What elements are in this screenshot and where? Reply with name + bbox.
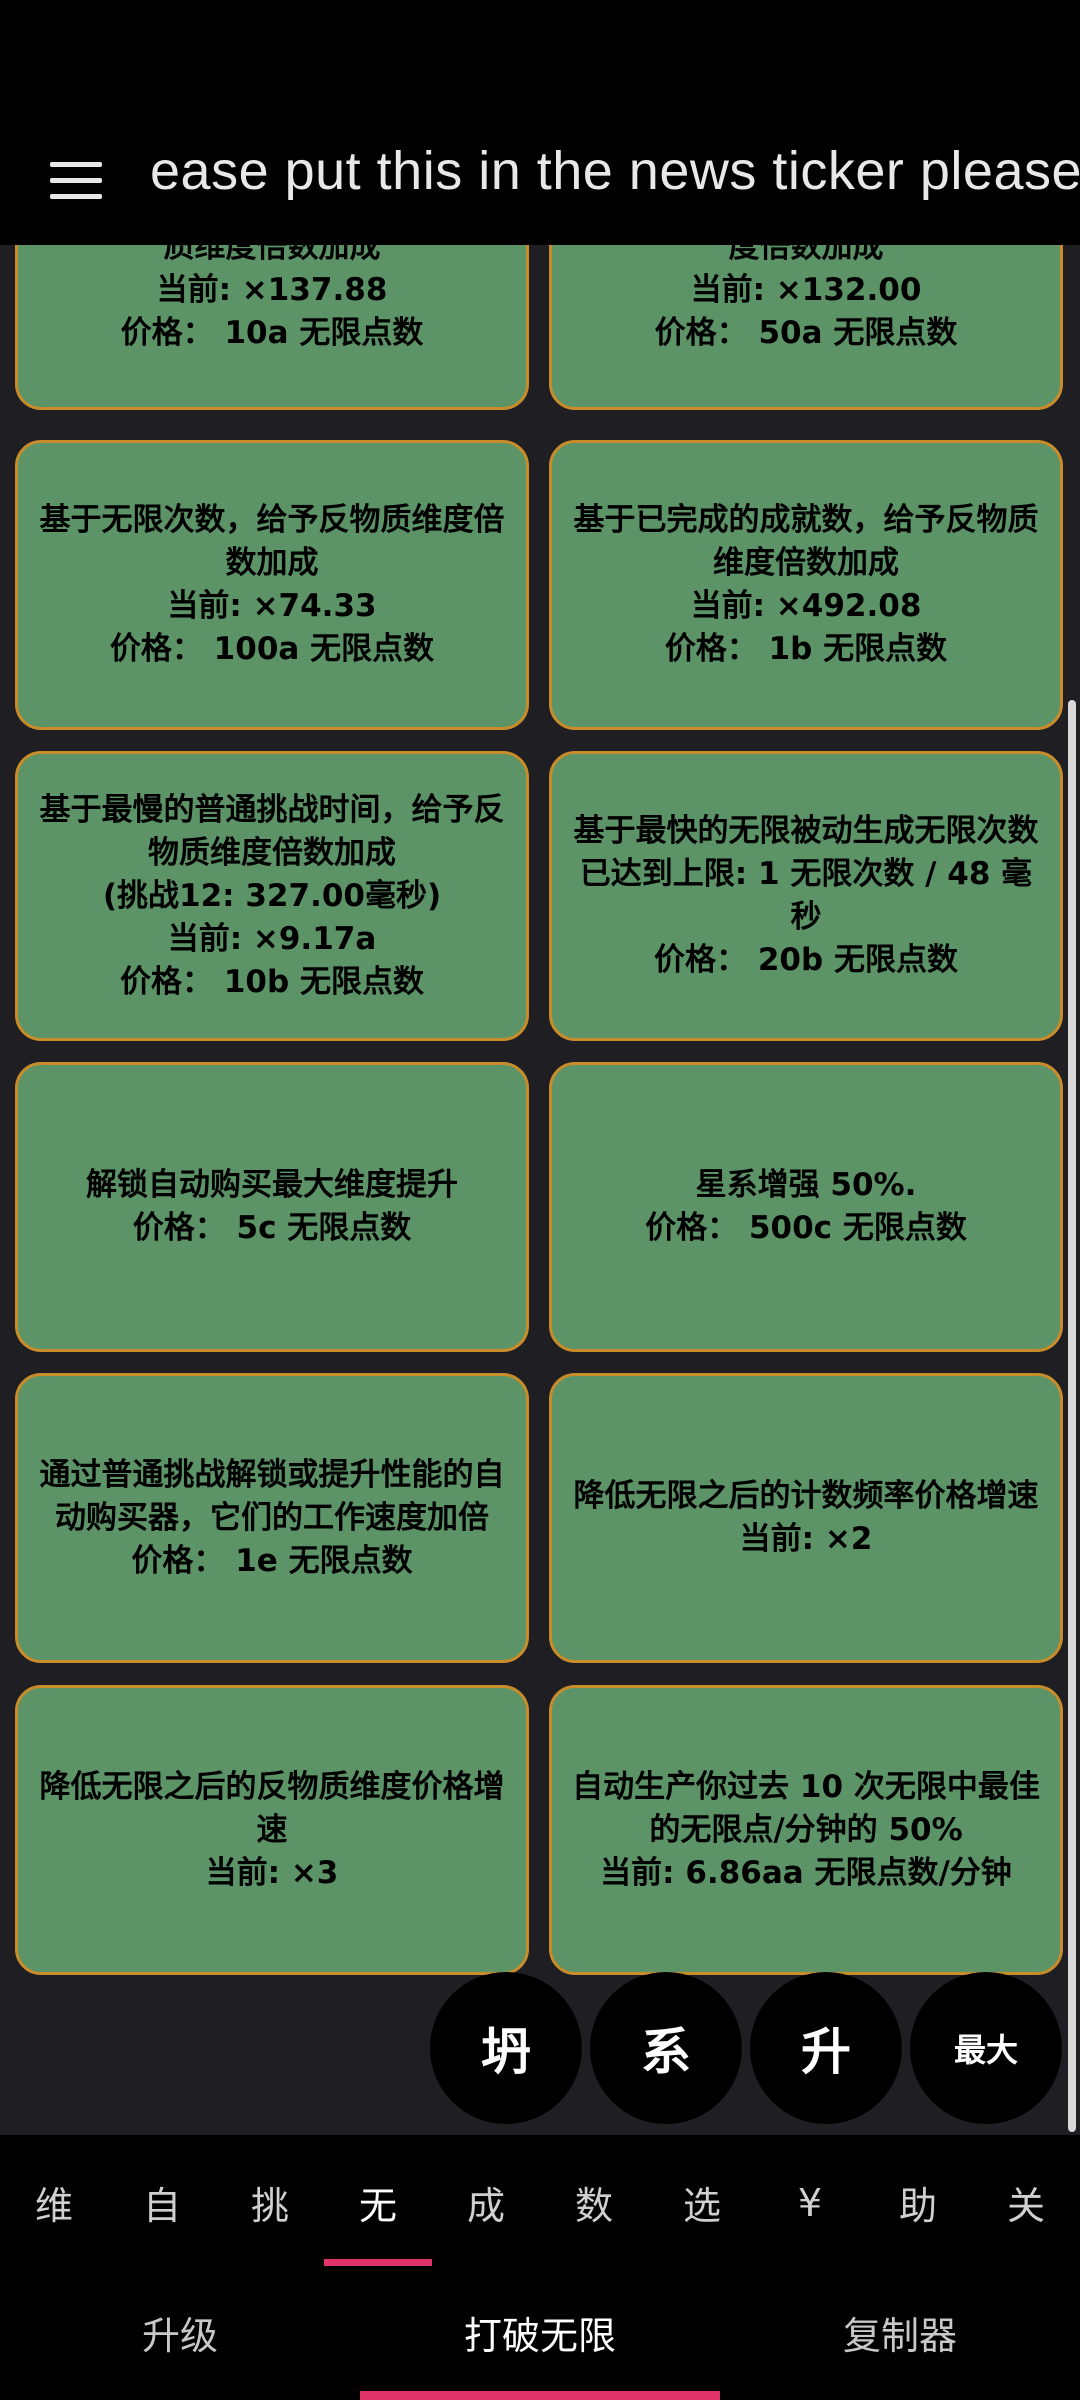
upgrade-current: 当前: ×3: [205, 1854, 339, 1891]
tab-options[interactable]: 选: [648, 2135, 756, 2270]
upgrade-detail: (挑战12: 327.00毫秒): [102, 877, 442, 914]
upgrade-description: 降低无限之后的计数频率价格增速: [573, 1478, 1039, 1514]
scrollbar[interactable]: [1068, 700, 1076, 2132]
tab-automation[interactable]: 自: [108, 2135, 216, 2270]
hamburger-icon-line: [50, 193, 102, 199]
subtab-indicator: [360, 2391, 720, 2400]
tab-statistics[interactable]: 数: [540, 2135, 648, 2270]
subtab-break-infinity[interactable]: 打破无限: [360, 2270, 720, 2394]
dimboost-button[interactable]: 升: [750, 1972, 902, 2124]
upgrade-price: 价格： 1e 无限点数: [131, 1542, 413, 1579]
upgrade-description: 质维度倍数加成: [163, 245, 381, 265]
upgrade-card[interactable]: 自动生产你过去 10 次无限中最佳的无限点/分钟的 50% 当前: 6.86aa…: [549, 1685, 1063, 1975]
upgrade-card[interactable]: 基于无限次数，给予反物质维度倍数加成 当前: ×74.33 价格： 100a 无…: [15, 440, 529, 730]
tab-indicator: [324, 2259, 432, 2266]
upgrade-price: 价格： 1b 无限点数: [664, 631, 948, 667]
menu-button[interactable]: [38, 142, 114, 218]
subtab-replicanti[interactable]: 复制器: [720, 2270, 1080, 2394]
upgrade-description: 解锁自动购买最大维度提升: [86, 1167, 458, 1203]
upgrade-current: 当前: ×2: [739, 1521, 873, 1557]
upgrade-card[interactable]: 基于最快的无限被动生成无限次数 已达到上限: 1 无限次数 / 48 毫秒 价格…: [549, 751, 1063, 1041]
upgrade-price: 价格： 100a 无限点数: [109, 631, 435, 667]
status-bar: [0, 0, 1080, 120]
upgrade-current: 已达到上限: 1 无限次数 / 48 毫秒: [579, 856, 1033, 935]
tab-challenges[interactable]: 挑: [216, 2135, 324, 2270]
tab-shop[interactable]: ¥: [756, 2135, 864, 2270]
upgrade-description: 星系增强 50%.: [695, 1167, 917, 1203]
upgrade-description: 基于最慢的普通挑战时间，给予反物质维度倍数加成: [39, 791, 505, 871]
upgrade-price: 价格： 10b 无限点数: [120, 963, 424, 1000]
upgrade-current: 当前: ×132.00: [690, 272, 922, 308]
hamburger-icon-line: [50, 177, 102, 183]
upgrade-card[interactable]: 度倍数加成 当前: ×132.00 价格： 50a 无限点数: [549, 245, 1063, 410]
upgrade-current: 当前: ×74.33: [167, 588, 377, 624]
upgrade-price: 价格： 50a 无限点数: [654, 315, 958, 351]
upgrade-price: 价格： 5c 无限点数: [132, 1210, 412, 1246]
upgrade-description: 通过普通挑战解锁或提升性能的自动购买器，它们的工作速度加倍: [39, 1456, 505, 1536]
upgrade-description: 基于最快的无限被动生成无限次数: [573, 813, 1039, 849]
upgrade-description: 降低无限之后的反物质维度价格增速: [39, 1768, 505, 1848]
upgrade-description: 基于无限次数，给予反物质维度倍数加成: [39, 502, 505, 581]
tab-achievements[interactable]: 成: [432, 2135, 540, 2270]
upgrade-price: 价格： 20b 无限点数: [654, 942, 958, 978]
tab-infinity[interactable]: 无: [324, 2135, 432, 2270]
upgrade-description: 自动生产你过去 10 次无限中最佳的无限点/分钟的 50%: [572, 1768, 1040, 1848]
max-all-button[interactable]: 最大: [910, 1972, 1062, 2124]
upgrade-card[interactable]: 基于已完成的成就数，给予反物质维度倍数加成 当前: ×492.08 价格： 1b…: [549, 440, 1063, 730]
upgrade-description: 度倍数加成: [728, 245, 884, 265]
upgrade-price: 价格： 500c 无限点数: [645, 1210, 967, 1246]
tab-about[interactable]: 关: [972, 2135, 1080, 2270]
upgrade-current: 当前: ×492.08: [690, 588, 922, 624]
upgrade-card[interactable]: 通过普通挑战解锁或提升性能的自动购买器，它们的工作速度加倍 价格： 1e 无限点…: [15, 1373, 529, 1663]
upgrade-current: 当前: ×9.17a: [167, 920, 377, 957]
upgrade-card[interactable]: 解锁自动购买最大维度提升 价格： 5c 无限点数: [15, 1062, 529, 1352]
upgrade-current: 当前: 6.86aa 无限点数/分钟: [600, 1854, 1012, 1891]
main-tab-bar: 维 自 挑 无 成 数 选 ¥ 助 关: [0, 2135, 1080, 2270]
upgrade-card[interactable]: 基于最慢的普通挑战时间，给予反物质维度倍数加成 (挑战12: 327.00毫秒)…: [15, 751, 529, 1041]
upgrade-card[interactable]: 降低无限之后的反物质维度价格增速 当前: ×3: [15, 1685, 529, 1975]
upgrade-description: 基于已完成的成就数，给予反物质维度倍数加成: [573, 502, 1039, 581]
galaxy-button[interactable]: 系: [590, 1972, 742, 2124]
upgrade-card[interactable]: 星系增强 50%. 价格： 500c 无限点数: [549, 1062, 1063, 1352]
crunch-button[interactable]: 坍: [430, 1972, 582, 2124]
infinity-upgrades-grid: 质维度倍数加成 当前: ×137.88 价格： 10a 无限点数 度倍数加成 当…: [0, 245, 1080, 2135]
upgrade-price: 价格： 10a 无限点数: [120, 315, 424, 351]
hamburger-icon: [50, 161, 102, 167]
subtab-upgrades[interactable]: 升级: [0, 2270, 360, 2394]
upgrade-card[interactable]: 质维度倍数加成 当前: ×137.88 价格： 10a 无限点数: [15, 245, 529, 410]
subtab-bar: 升级 打破无限 复制器: [0, 2270, 1080, 2400]
tab-dimensions[interactable]: 维: [0, 2135, 108, 2270]
top-app-bar: ease put this in the news ticker please: [0, 120, 1080, 245]
tab-help[interactable]: 助: [864, 2135, 972, 2270]
upgrade-current: 当前: ×137.88: [156, 272, 388, 308]
news-ticker: ease put this in the news ticker please: [150, 141, 1080, 201]
upgrade-card[interactable]: 降低无限之后的计数频率价格增速 当前: ×2: [549, 1373, 1063, 1663]
